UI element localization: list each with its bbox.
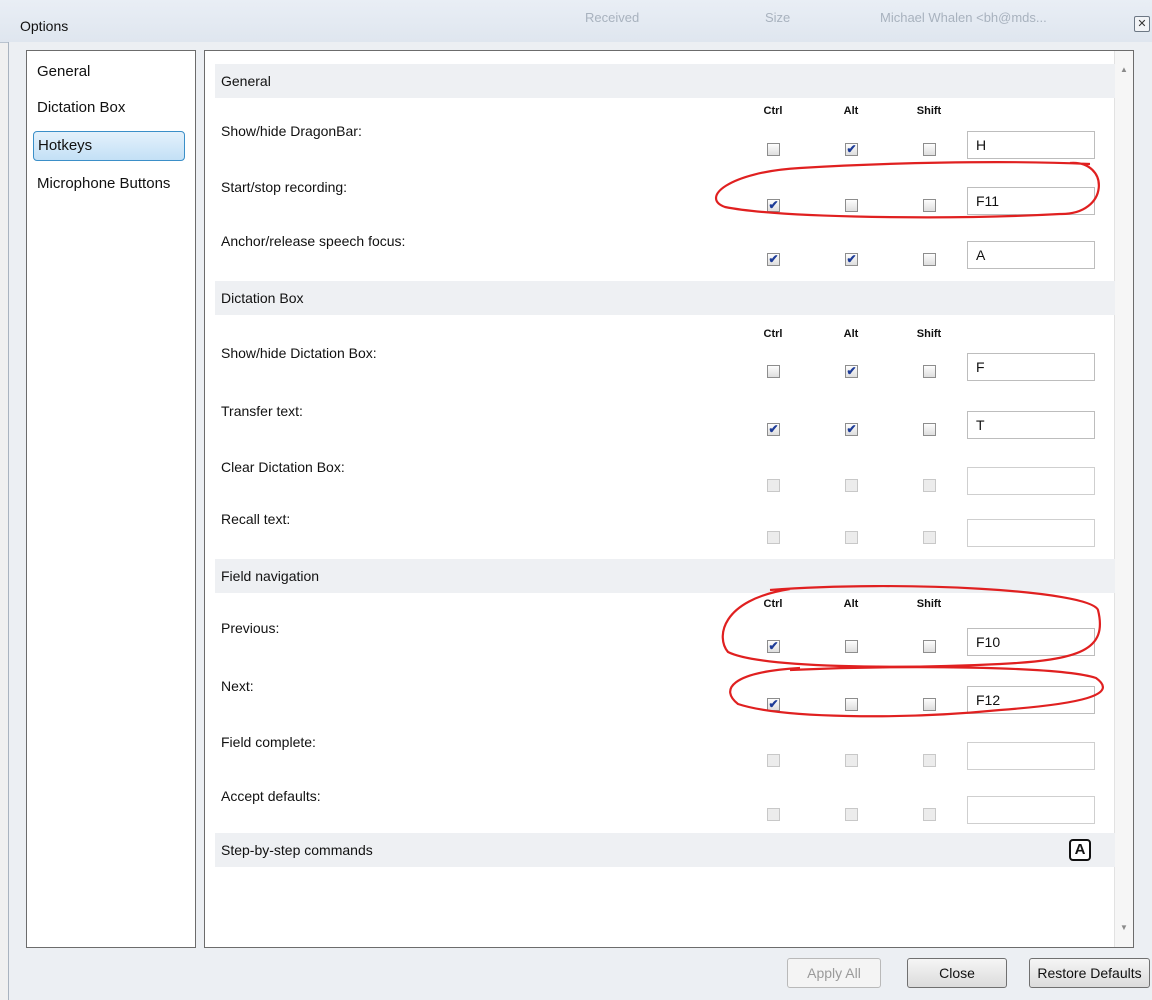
hotkey-label: Show/hide DragonBar: bbox=[221, 123, 362, 139]
shift-checkbox[interactable] bbox=[923, 199, 936, 212]
close-button[interactable]: Close bbox=[907, 958, 1007, 988]
window-title: Options bbox=[20, 18, 69, 34]
background-text-size: Size bbox=[765, 10, 791, 25]
shift-checkbox[interactable] bbox=[923, 808, 936, 821]
background-text-received: Received bbox=[585, 10, 640, 25]
sidebar-item-dictation-box[interactable]: Dictation Box bbox=[33, 93, 185, 123]
ctrl-checkbox[interactable]: ✔ bbox=[767, 698, 780, 711]
column-header-shift: Shift bbox=[916, 328, 942, 340]
alt-checkbox[interactable] bbox=[845, 479, 858, 492]
title-bar: Options Received Size Michael Whalen <bh… bbox=[0, 0, 1152, 43]
ctrl-checkbox[interactable] bbox=[767, 365, 780, 378]
ctrl-checkbox[interactable] bbox=[767, 531, 780, 544]
hotkey-label: Clear Dictation Box: bbox=[221, 459, 345, 475]
hotkey-label: Transfer text: bbox=[221, 403, 303, 419]
shift-checkbox[interactable] bbox=[923, 531, 936, 544]
column-header-ctrl: Ctrl bbox=[763, 328, 783, 340]
hotkey-label: Field complete: bbox=[221, 734, 316, 750]
hotkey-label: Next: bbox=[221, 678, 254, 694]
shift-checkbox[interactable] bbox=[923, 754, 936, 767]
shift-checkbox[interactable] bbox=[923, 143, 936, 156]
ctrl-checkbox[interactable] bbox=[767, 808, 780, 821]
alt-checkbox[interactable] bbox=[845, 754, 858, 767]
ctrl-checkbox[interactable]: ✔ bbox=[767, 199, 780, 212]
close-icon[interactable]: ✕ bbox=[1134, 16, 1150, 32]
ctrl-checkbox[interactable]: ✔ bbox=[767, 253, 780, 266]
scroll-down-icon[interactable]: ▼ bbox=[1120, 923, 1128, 932]
section-header: Field navigation bbox=[215, 559, 1115, 593]
shift-checkbox[interactable] bbox=[923, 253, 936, 266]
background-text-sender: Michael Whalen <bh@mds... bbox=[880, 10, 1047, 25]
alt-checkbox[interactable] bbox=[845, 808, 858, 821]
column-header-ctrl: Ctrl bbox=[763, 105, 783, 117]
hotkey-key-input[interactable] bbox=[967, 467, 1095, 495]
accessibility-a-icon[interactable]: A bbox=[1069, 839, 1091, 861]
sidebar-item-hotkeys[interactable]: Hotkeys bbox=[33, 131, 185, 161]
options-sidebar: General Dictation Box Hotkeys Microphone… bbox=[26, 50, 196, 948]
alt-checkbox[interactable]: ✔ bbox=[845, 143, 858, 156]
hotkey-label: Accept defaults: bbox=[221, 788, 321, 804]
hotkey-label: Show/hide Dictation Box: bbox=[221, 345, 377, 361]
shift-checkbox[interactable] bbox=[923, 423, 936, 436]
hotkey-key-input[interactable] bbox=[967, 796, 1095, 824]
sidebar-item-general[interactable]: General bbox=[33, 57, 185, 87]
hotkey-key-input[interactable]: A bbox=[967, 241, 1095, 269]
hotkey-key-input[interactable] bbox=[967, 519, 1095, 547]
hotkey-label: Start/stop recording: bbox=[221, 179, 348, 195]
restore-defaults-button[interactable]: Restore Defaults bbox=[1029, 958, 1150, 988]
section-header: Step-by-step commands bbox=[215, 833, 1115, 867]
scroll-up-icon[interactable]: ▲ bbox=[1120, 65, 1128, 74]
column-header-ctrl: Ctrl bbox=[763, 598, 783, 610]
hotkey-key-input[interactable]: F12 bbox=[967, 686, 1095, 714]
ctrl-checkbox[interactable]: ✔ bbox=[767, 423, 780, 436]
alt-checkbox[interactable]: ✔ bbox=[845, 365, 858, 378]
section-header: General bbox=[215, 64, 1115, 98]
hotkey-key-input[interactable]: H bbox=[967, 131, 1095, 159]
ctrl-checkbox[interactable] bbox=[767, 754, 780, 767]
column-header-alt: Alt bbox=[843, 105, 859, 117]
alt-checkbox[interactable]: ✔ bbox=[845, 423, 858, 436]
column-header-alt: Alt bbox=[843, 328, 859, 340]
hotkey-key-input[interactable]: T bbox=[967, 411, 1095, 439]
section-header: Dictation Box bbox=[215, 281, 1115, 315]
hotkey-key-input[interactable]: F11 bbox=[967, 187, 1095, 215]
shift-checkbox[interactable] bbox=[923, 698, 936, 711]
alt-checkbox[interactable] bbox=[845, 640, 858, 653]
ctrl-checkbox[interactable]: ✔ bbox=[767, 640, 780, 653]
column-header-alt: Alt bbox=[843, 598, 859, 610]
alt-checkbox[interactable] bbox=[845, 531, 858, 544]
hotkey-label: Recall text: bbox=[221, 511, 291, 527]
sidebar-item-microphone-buttons[interactable]: Microphone Buttons bbox=[33, 169, 185, 199]
hotkey-label: Previous: bbox=[221, 620, 280, 636]
apply-all-button[interactable]: Apply All bbox=[787, 958, 881, 988]
shift-checkbox[interactable] bbox=[923, 479, 936, 492]
shift-checkbox[interactable] bbox=[923, 365, 936, 378]
hotkey-label: Anchor/release speech focus: bbox=[221, 233, 406, 249]
ctrl-checkbox[interactable] bbox=[767, 479, 780, 492]
column-header-shift: Shift bbox=[916, 105, 942, 117]
shift-checkbox[interactable] bbox=[923, 640, 936, 653]
hotkeys-panel: ▲ ▼ General Ctrl Alt Shift Show/hide DragonB… bbox=[204, 50, 1134, 948]
hotkey-key-input[interactable]: F10 bbox=[967, 628, 1095, 656]
alt-checkbox[interactable] bbox=[845, 698, 858, 711]
alt-checkbox[interactable] bbox=[845, 199, 858, 212]
column-header-shift: Shift bbox=[916, 598, 942, 610]
hotkey-key-input[interactable]: F bbox=[967, 353, 1095, 381]
ctrl-checkbox[interactable] bbox=[767, 143, 780, 156]
hotkey-key-input[interactable] bbox=[967, 742, 1095, 770]
vertical-scrollbar[interactable]: ▲ ▼ bbox=[1114, 51, 1133, 947]
alt-checkbox[interactable]: ✔ bbox=[845, 253, 858, 266]
